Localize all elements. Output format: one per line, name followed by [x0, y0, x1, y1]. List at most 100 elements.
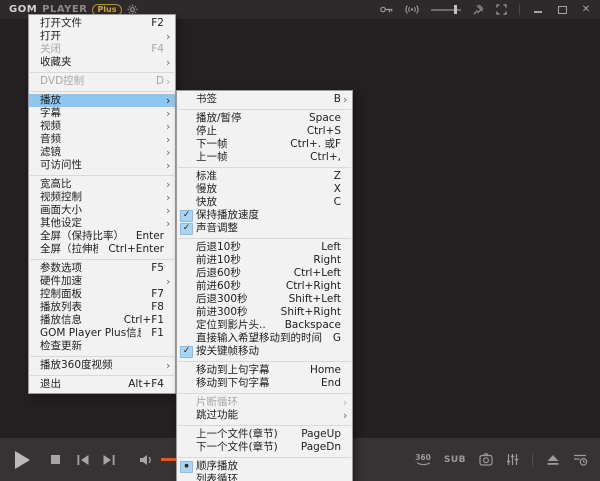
- menu-item[interactable]: 硬件加速›: [29, 275, 175, 288]
- menu-item-shortcut: Enter: [126, 230, 166, 243]
- playlist-button[interactable]: [573, 453, 588, 466]
- menu-item-label: 直接输入希望移动到的时间: [196, 332, 322, 345]
- menu-item[interactable]: 可访问性 ›: [29, 159, 175, 172]
- menu-item[interactable]: ✓声音调整: [177, 222, 352, 235]
- menu-item[interactable]: 播放/暂停Space: [177, 112, 352, 125]
- menu-item[interactable]: 前进300秒Shift+Right: [177, 306, 352, 319]
- menu-item-label: 播放: [40, 94, 61, 107]
- menu-item[interactable]: 参数选项F5: [29, 262, 175, 275]
- minimize-button[interactable]: [532, 4, 544, 16]
- menu-item[interactable]: 全屏（保持比率）Enter: [29, 230, 175, 243]
- menu-item[interactable]: 退出Alt+F4: [29, 378, 175, 391]
- menu-item-label: 列表循环: [196, 473, 238, 481]
- submenu-arrow-icon: ›: [166, 218, 175, 229]
- menu-item[interactable]: 播放›: [29, 94, 175, 107]
- menu-item[interactable]: 画面大小›: [29, 204, 175, 217]
- menu-item[interactable]: 直接输入希望移动到的时间G: [177, 332, 352, 345]
- menu-item-label: 下一帧: [196, 138, 228, 151]
- menu-item[interactable]: 后退300秒 Shift+Left: [177, 293, 352, 306]
- menu-item[interactable]: 前进10秒Right: [177, 254, 352, 267]
- menu-item-label: 顺序播放: [196, 460, 238, 473]
- menu-item[interactable]: 快放C: [177, 196, 352, 209]
- volume-icon[interactable]: [139, 454, 153, 466]
- stop-button[interactable]: [51, 455, 60, 464]
- menu-item[interactable]: 后退10秒Left: [177, 241, 352, 254]
- next-button[interactable]: [103, 455, 115, 465]
- previous-button[interactable]: [77, 455, 89, 465]
- menu-item[interactable]: GOM Player Plus信息F1: [29, 327, 175, 340]
- menu-separator: [30, 259, 174, 260]
- menu-item[interactable]: ✓按关键帧移动: [177, 345, 352, 358]
- menu-item-label: 标准: [196, 170, 217, 183]
- menu-item[interactable]: 检查更新: [29, 340, 175, 353]
- submenu-arrow-icon: ›: [166, 160, 175, 171]
- menu-item-shortcut: PageDn: [291, 441, 343, 454]
- fullscreen-icon[interactable]: [496, 4, 507, 15]
- menu-item[interactable]: ✓保持播放速度: [177, 209, 352, 222]
- menu-item[interactable]: 收藏夹›: [29, 56, 175, 69]
- menu-item[interactable]: 慢放X: [177, 183, 352, 196]
- menu-item-label: 下一个文件(章节): [196, 441, 278, 454]
- menu-item-shortcut: F4: [141, 43, 166, 56]
- menu-item[interactable]: 其他设定›: [29, 217, 175, 230]
- key-icon[interactable]: [380, 4, 393, 15]
- menu-item[interactable]: 滤镜›: [29, 146, 175, 159]
- menu-item[interactable]: 字幕›: [29, 107, 175, 120]
- menu-item[interactable]: 移动到下句字幕End: [177, 377, 352, 390]
- menu-item-label: 慢放: [196, 183, 217, 196]
- menu-item-gutter: ✓: [177, 210, 196, 222]
- menu-item[interactable]: 下一个文件(章节) PageDn: [177, 441, 352, 454]
- menu-item[interactable]: 播放360度视频›: [29, 359, 175, 372]
- maximize-button[interactable]: [556, 4, 568, 16]
- menu-separator: [178, 361, 351, 362]
- opacity-slider[interactable]: [431, 5, 461, 14]
- subtitle-button[interactable]: SUB: [444, 455, 466, 465]
- menu-item[interactable]: 跳过功能›: [177, 409, 352, 422]
- snapshot-camera-button[interactable]: [479, 453, 493, 466]
- submenu-arrow-icon: ›: [343, 94, 352, 105]
- menu-item[interactable]: 后退60秒Ctrl+Left: [177, 267, 352, 280]
- view-360-label: 360: [415, 454, 431, 461]
- menu-item[interactable]: 全屏（拉伸模式）Ctrl+Enter: [29, 243, 175, 256]
- menu-item-label: 后退60秒: [196, 267, 241, 280]
- menu-item[interactable]: 列表循环: [177, 473, 352, 481]
- close-button[interactable]: ✕: [580, 4, 592, 16]
- menu-item-label: 后退300秒: [196, 293, 248, 306]
- pin-icon[interactable]: [473, 4, 484, 15]
- play-button[interactable]: [14, 450, 31, 470]
- menu-item[interactable]: 播放列表F8: [29, 301, 175, 314]
- menu-item[interactable]: 前进60秒Ctrl+Right: [177, 280, 352, 293]
- menu-item[interactable]: 书签B›: [177, 93, 352, 106]
- broadcast-icon[interactable]: [405, 4, 419, 15]
- menu-item[interactable]: 视频›: [29, 120, 175, 133]
- eject-button[interactable]: [546, 454, 560, 466]
- menu-item[interactable]: 上一个文件(章节)PageUp: [177, 428, 352, 441]
- menu-item[interactable]: 控制面板F7: [29, 288, 175, 301]
- controlbar-divider: [532, 453, 533, 467]
- menu-item[interactable]: 标准Z: [177, 170, 352, 183]
- menu-item-shortcut: Ctrl+F1: [114, 314, 166, 327]
- menu-separator: [178, 238, 351, 239]
- menu-item[interactable]: 上一帧Ctrl+,: [177, 151, 352, 164]
- equalizer-button[interactable]: [506, 453, 519, 466]
- menu-item[interactable]: 播放信息Ctrl+F1: [29, 314, 175, 327]
- view-360-button[interactable]: 360: [415, 454, 431, 466]
- menu-item[interactable]: 打开›: [29, 30, 175, 43]
- menu-item[interactable]: 下一帧 Ctrl+. 或F: [177, 138, 352, 151]
- menu-item[interactable]: 音频›: [29, 133, 175, 146]
- menu-item-shortcut: Shift+Left: [279, 293, 343, 306]
- menu-item[interactable]: 视频控制›: [29, 191, 175, 204]
- checkmark-icon: ✓: [180, 346, 193, 358]
- menu-item[interactable]: 定位到影片头..Backspace: [177, 319, 352, 332]
- menu-item-label: 可访问性: [40, 159, 82, 172]
- menu-item[interactable]: 宽高比›: [29, 178, 175, 191]
- opacity-slider-handle[interactable]: [454, 5, 457, 14]
- menu-item[interactable]: 移动到上句字幕Home: [177, 364, 352, 377]
- menu-item[interactable]: 打开文件F2: [29, 17, 175, 30]
- menu-item-label: 参数选项: [40, 262, 82, 275]
- submenu-arrow-icon: ›: [166, 108, 175, 119]
- menu-item[interactable]: 停止Ctrl+S: [177, 125, 352, 138]
- menu-item-shortcut: Ctrl+. 或F: [280, 138, 343, 151]
- menu-item[interactable]: ●顺序播放: [177, 460, 352, 473]
- menu-item-label: 播放列表: [40, 301, 82, 314]
